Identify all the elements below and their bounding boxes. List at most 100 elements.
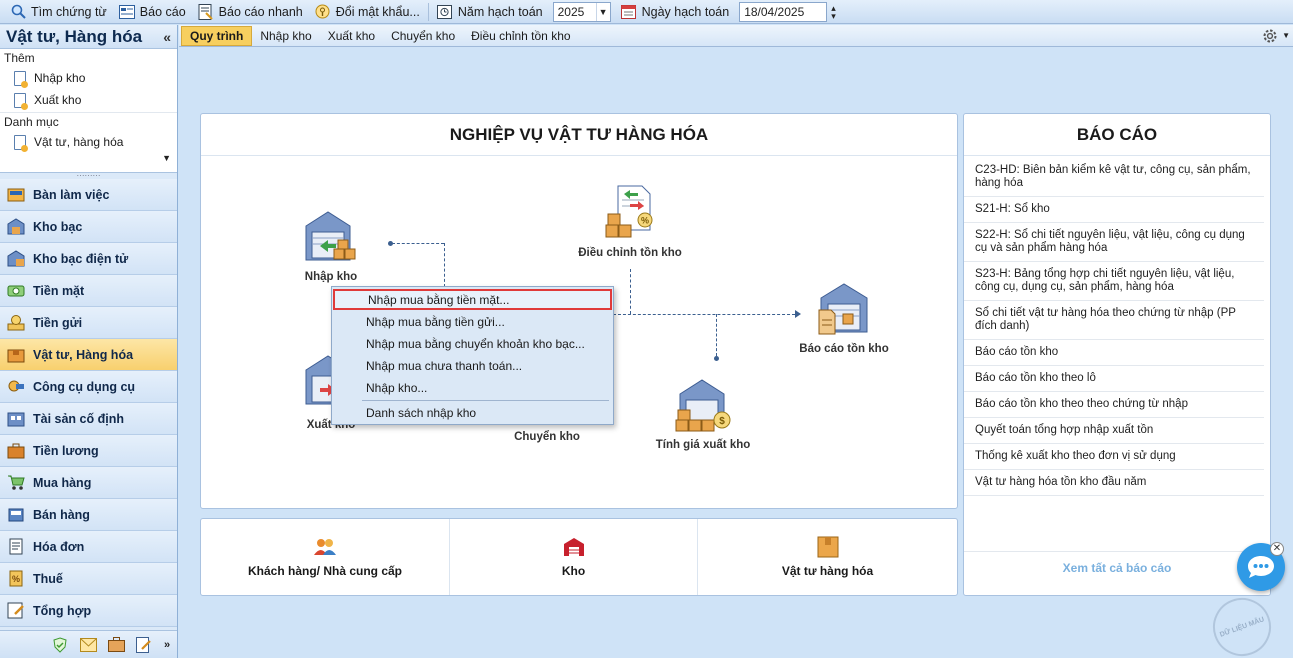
flow-node-label: Nhập kho	[304, 271, 358, 283]
sidebar: Vật tư, Hàng hóa « Thêm Nhập kho Xuất kh…	[0, 25, 178, 658]
find-voucher-button[interactable]: Tìm chứng từ	[4, 1, 113, 23]
posting-date-input[interactable]: 18/04/2025	[739, 1, 828, 22]
report-item[interactable]: Thống kê xuất kho theo đơn vị sử dụng	[964, 444, 1264, 470]
report-button[interactable]: Báo cáo	[113, 1, 192, 23]
chevron-down-icon[interactable]: ▼	[595, 2, 610, 21]
report-item[interactable]: Báo cáo tồn kho theo lô	[964, 366, 1264, 392]
report-item[interactable]: S23-H: Bảng tổng hợp chi tiết nguyên liệ…	[964, 262, 1264, 301]
nav-item-11[interactable]: Bán hàng	[0, 499, 177, 531]
shortcut-khach-hang-nha-cung-cap[interactable]: Khách hàng/ Nhà cung cấp	[201, 519, 450, 595]
tab-dieu-chinh-ton-kho[interactable]: Điều chỉnh tồn kho	[463, 26, 578, 46]
nav-item-3[interactable]: Kho bạc điện tử	[0, 243, 177, 275]
report-item[interactable]: Sổ chi tiết vật tư hàng hóa theo chứng t…	[964, 301, 1264, 340]
flow-node-bao-cao-ton-kho[interactable]: Báo cáo tồn kho	[799, 280, 889, 355]
gear-icon[interactable]	[1261, 27, 1279, 45]
menu-item-nhap-mua-tien-gui[interactable]: Nhập mua bằng tiền gửi...	[333, 311, 612, 332]
nav-item-10[interactable]: Mua hàng	[0, 467, 177, 499]
nav-item-label: Công cụ dụng cụ	[33, 379, 136, 394]
nav-item-8[interactable]: Tài sản cố định	[0, 403, 177, 435]
nav-item-5[interactable]: Tiền gửi	[0, 307, 177, 339]
mail-icon[interactable]	[79, 636, 97, 654]
scroll-down-icon[interactable]: ▼	[162, 153, 171, 163]
salary-icon	[6, 441, 26, 461]
nav-item-13[interactable]: % Thuế	[0, 563, 177, 595]
nav-item-label: Tiền gửi	[33, 315, 83, 330]
menu-item-nhap-kho[interactable]: Nhập kho...	[333, 377, 612, 398]
nav-item-label: Tổng hợp	[33, 603, 92, 618]
nav-item-label: Thuế	[33, 571, 63, 586]
context-menu: Nhập mua bằng tiền mặt... Nhập mua bằng …	[331, 286, 614, 425]
stamp-text: DỮ LIỆU MẪU	[1218, 615, 1266, 639]
report-item[interactable]: Báo cáo tồn kho	[964, 340, 1264, 366]
warehouse-report-icon	[818, 283, 868, 335]
report-item[interactable]: Báo cáo tồn kho theo theo chứng từ nhập	[964, 392, 1264, 418]
nav-item-12[interactable]: Hóa đơn	[0, 531, 177, 563]
menu-item-danh-sach-nhap-kho[interactable]: Danh sách nhập kho	[333, 402, 612, 423]
tab-quy-trinh[interactable]: Quy trình	[181, 25, 253, 46]
connector-line	[630, 269, 631, 314]
close-icon[interactable]: ✕	[1270, 542, 1284, 556]
sidebar-link-xuat-kho[interactable]: Xuất kho	[0, 89, 177, 111]
flow-node-dieu-chinh-ton-kho[interactable]: % Điều chỉnh tồn kho	[577, 184, 683, 259]
collapse-sidebar-icon[interactable]: «	[163, 29, 171, 45]
nav-item-label: Tiền mặt	[33, 283, 85, 298]
connector-line	[716, 314, 717, 356]
report-item[interactable]: Vật tư hàng hóa tồn kho đầu năm	[964, 470, 1264, 496]
deposit-icon	[6, 313, 26, 333]
nav-item-4[interactable]: Tiền mặt	[0, 275, 177, 307]
tab-nhap-kho[interactable]: Nhập kho	[252, 26, 319, 46]
sidebar-link-vat-tu[interactable]: Vật tư, hàng hóa	[0, 131, 177, 153]
briefcase-icon[interactable]	[107, 636, 125, 654]
sample-data-stamp: DỮ LIỆU MẪU	[1204, 589, 1280, 658]
nav-item-1[interactable]: Bàn làm việc	[0, 179, 177, 211]
shortcut-kho[interactable]: Kho	[450, 519, 698, 595]
reports-title: BÁO CÁO	[964, 114, 1270, 156]
report-item[interactable]: S21-H: Sổ kho	[964, 197, 1264, 223]
view-all-reports-link[interactable]: Xem tất cả báo cáo	[964, 561, 1270, 575]
quick-report-button[interactable]: Báo cáo nhanh	[192, 1, 309, 23]
menu-item-nhap-mua-chua-thanh-toan[interactable]: Nhập mua chưa thanh toán...	[333, 355, 612, 376]
nav-item-9[interactable]: Tiền lương	[0, 435, 177, 467]
sidebar-title: Vật tư, Hàng hóa	[6, 26, 143, 46]
tab-bar: Quy trình Nhập kho Xuất kho Chuyển kho Đ…	[179, 25, 1293, 47]
toolbar-separator	[427, 2, 429, 21]
chevron-down-icon[interactable]: ▼	[1282, 31, 1290, 40]
report-item[interactable]: Quyết toán tổng hợp nhập xuất tồn	[964, 418, 1264, 444]
nav-item-14[interactable]: Tổng hợp	[0, 595, 177, 627]
edit-note-icon[interactable]	[135, 636, 153, 654]
shortcut-label: Vật tư hàng hóa	[781, 564, 874, 578]
report-item[interactable]: S22-H: Sổ chi tiết nguyên liệu, vật liệu…	[964, 223, 1264, 262]
shortcut-vat-tu-hang-hoa[interactable]: Vật tư hàng hóa	[698, 519, 957, 595]
sidebar-link-nhap-kho[interactable]: Nhập kho	[0, 67, 177, 89]
toolbar-overflow-icon[interactable]: ▴ ▾	[831, 3, 836, 20]
flow-node-tinh-gia-xuat-kho[interactable]: $ Tính giá xuất kho	[653, 376, 753, 451]
menu-item-nhap-mua-chuyen-khoan[interactable]: Nhập mua bằng chuyển khoản kho bạc...	[333, 333, 612, 354]
nav-item-label: Kho bạc điện tử	[33, 251, 129, 266]
flow-node-label: Chuyển kho	[514, 431, 580, 443]
more-chevron-icon[interactable]: »	[163, 636, 171, 654]
tools-icon	[6, 377, 26, 397]
nav-item-6[interactable]: Vật tư, Hàng hóa	[0, 339, 177, 371]
nav-item-label: Hóa đơn	[33, 539, 85, 554]
nav-item-2[interactable]: Kho bạc	[0, 211, 177, 243]
tab-chuyen-kho[interactable]: Chuyển kho	[383, 26, 463, 46]
shortcut-panel: Khách hàng/ Nhà cung cấp Kho Vật tư hàng…	[200, 518, 958, 596]
change-password-button[interactable]: Đổi mật khẩu...	[309, 1, 426, 23]
fiscal-year-select[interactable]: 2025 ▼	[552, 1, 611, 22]
document-icon	[14, 70, 28, 88]
find-voucher-label: Tìm chứng từ	[31, 4, 107, 19]
flow-node-nhap-kho[interactable]: Nhập kho	[293, 208, 369, 283]
nav-item-label: Vật tư, Hàng hóa	[33, 347, 134, 362]
nav-item-7[interactable]: Công cụ dụng cụ	[0, 371, 177, 403]
report-divider	[964, 551, 1264, 552]
shield-icon[interactable]	[51, 636, 69, 654]
posting-date-value: 18/04/2025	[744, 4, 805, 19]
posting-date-label: Ngày hạch toán	[641, 4, 730, 19]
tab-xuat-kho[interactable]: Xuất kho	[320, 26, 383, 46]
menu-item-nhap-mua-tien-mat[interactable]: Nhập mua bằng tiền mặt...	[333, 289, 612, 310]
top-toolbar: Tìm chứng từ Báo cáo Báo cáo nhanh Đổi m…	[0, 0, 1293, 24]
report-item[interactable]: C23-HD: Biên bản kiểm kê vật tư, công cụ…	[964, 158, 1264, 197]
fiscal-year-value: 2025	[557, 4, 585, 19]
warehouse-icon	[563, 536, 585, 558]
shortcut-label: Khách hàng/ Nhà cung cấp	[247, 564, 403, 578]
